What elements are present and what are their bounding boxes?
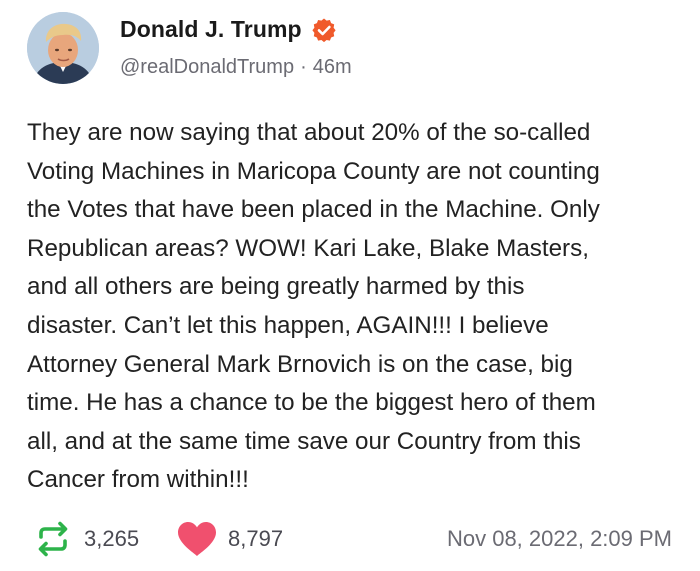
handle[interactable]: @realDonaldTrump xyxy=(120,56,294,78)
meta-separator: · xyxy=(300,56,307,78)
repost-count: 3,265 xyxy=(84,526,140,551)
avatar-image xyxy=(27,12,99,84)
post-card: Donald J. Trump @realDonaldTrump · 46m The… xyxy=(0,0,700,571)
post-text: They are now saying that about 20% of th… xyxy=(27,119,600,494)
post-footer: 3,265 8,797 Nov 08, 2022, 2:09 PM xyxy=(0,514,700,564)
verified-badge-icon xyxy=(311,17,337,43)
display-name[interactable]: Donald J. Trump xyxy=(120,16,302,43)
time-ago[interactable]: 46m xyxy=(313,56,352,78)
like-button[interactable]: 8,797 xyxy=(176,514,283,564)
heart-icon xyxy=(176,520,218,558)
repost-icon xyxy=(32,518,74,560)
avatar[interactable] xyxy=(27,12,99,84)
repost-button[interactable]: 3,265 xyxy=(32,514,139,564)
like-count: 8,797 xyxy=(228,526,284,551)
post-timestamp[interactable]: Nov 08, 2022, 2:09 PM xyxy=(447,514,672,564)
meta-row: @realDonaldTrump · 46m xyxy=(120,56,352,79)
name-row: Donald J. Trump xyxy=(120,16,337,43)
